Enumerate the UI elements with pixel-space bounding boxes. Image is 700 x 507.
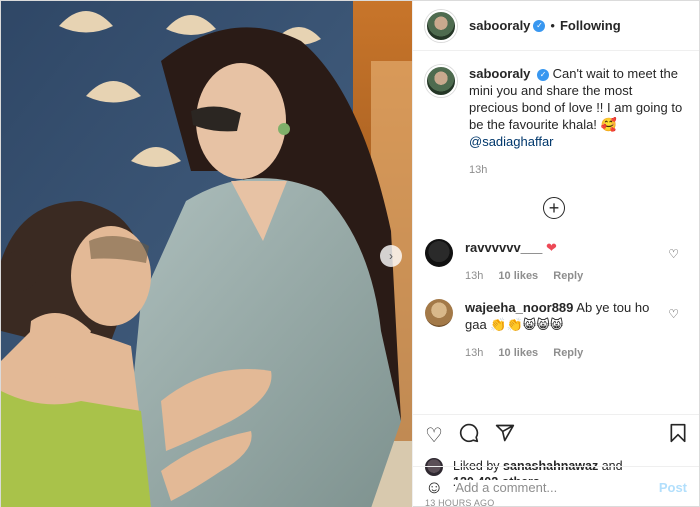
- heart-icon[interactable]: ♡: [425, 423, 443, 448]
- author-username[interactable]: sabooraly: [469, 18, 530, 33]
- caption-body: sabooraly ✓ Can't wait to meet the mini …: [469, 65, 683, 179]
- load-more-comments: +: [425, 197, 683, 219]
- post-side-panel: sabooraly ✓ • Following sabooraly ✓ Can'…: [412, 1, 699, 507]
- author-avatar[interactable]: [425, 9, 457, 42]
- comment-time[interactable]: 13h: [465, 347, 483, 359]
- caption-time[interactable]: 13h: [469, 164, 487, 176]
- comment-likes[interactable]: 10 likes: [498, 270, 538, 282]
- post-button[interactable]: Post: [659, 480, 687, 495]
- action-bar: ♡: [413, 414, 699, 456]
- reply-button[interactable]: Reply: [553, 347, 583, 359]
- verified-badge-icon: ✓: [533, 19, 546, 32]
- caption-avatar[interactable]: [425, 65, 457, 97]
- comment-item: ravvvvvv___ ❤ 13h 10 likes Reply ♡: [425, 239, 683, 285]
- bookmark-icon[interactable]: [669, 423, 687, 449]
- next-photo-button[interactable]: ›: [380, 245, 402, 267]
- smiley-icon[interactable]: ☺: [425, 477, 443, 498]
- post-image: [1, 1, 412, 507]
- comment-meta: 13h 10 likes Reply: [465, 268, 650, 285]
- separator: •: [550, 18, 555, 33]
- reply-button[interactable]: Reply: [553, 270, 583, 282]
- post-header: sabooraly ✓ • Following: [413, 1, 699, 51]
- paper-plane-icon[interactable]: [495, 423, 515, 449]
- comments-list: sabooraly ✓ Can't wait to meet the mini …: [413, 51, 699, 414]
- post-photo: ›: [1, 1, 412, 507]
- caption-mention[interactable]: @sadiaghaffar: [469, 133, 683, 150]
- commenter-avatar[interactable]: [425, 299, 453, 327]
- post-dialog: › sabooraly ✓ • Following sabooraly ✓ Ca…: [0, 0, 700, 507]
- verified-badge-icon: ✓: [537, 68, 550, 81]
- comment-item: wajeeha_noor889 Ab ye tou ho gaa 👏👏😸😸😸 1…: [425, 299, 683, 362]
- heart-icon[interactable]: ♡: [668, 307, 679, 321]
- comment-time[interactable]: 13h: [465, 270, 483, 282]
- add-comment-bar: ☺ Post: [413, 466, 699, 507]
- plus-circle-icon[interactable]: +: [543, 197, 565, 219]
- comment-likes[interactable]: 10 likes: [498, 347, 538, 359]
- comment-input[interactable]: [455, 480, 659, 495]
- comment-username[interactable]: wajeeha_noor889: [465, 300, 573, 315]
- heart-icon[interactable]: ♡: [668, 247, 679, 261]
- comment-meta: 13h 10 likes Reply: [465, 345, 650, 362]
- caption-username[interactable]: sabooraly: [469, 66, 530, 81]
- caption-meta: 13h: [469, 162, 683, 179]
- comment-text: ❤: [545, 240, 557, 255]
- commenter-avatar[interactable]: [425, 239, 453, 267]
- caption: sabooraly ✓ Can't wait to meet the mini …: [425, 65, 683, 179]
- comment-bubble-icon[interactable]: [459, 423, 479, 449]
- comment-username[interactable]: ravvvvvv___: [465, 240, 542, 255]
- following-button[interactable]: Following: [560, 18, 621, 33]
- chevron-right-icon: ›: [389, 249, 393, 263]
